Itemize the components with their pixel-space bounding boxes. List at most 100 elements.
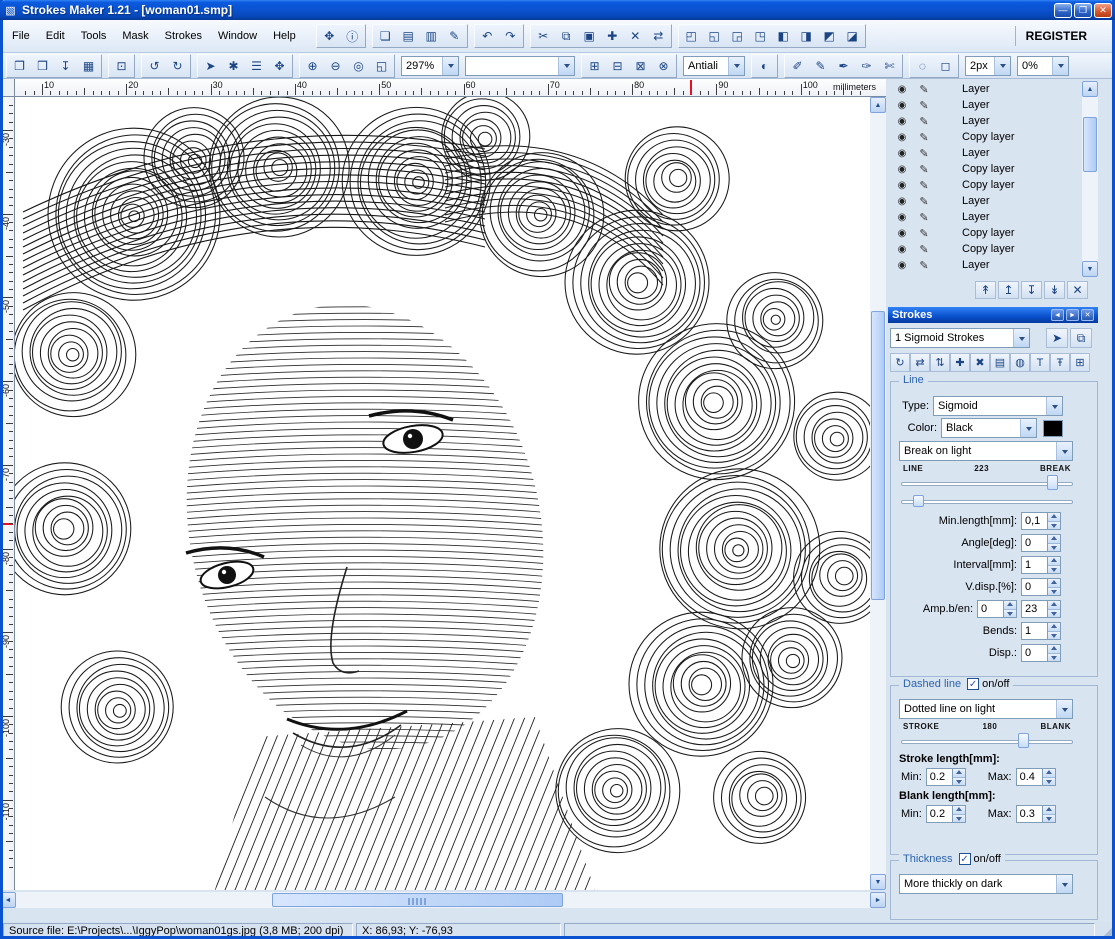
delete-layer-icon[interactable]: ✕ bbox=[1067, 281, 1088, 299]
strokes-preset-combo[interactable]: 1 Sigmoid Strokes bbox=[890, 328, 1030, 348]
layer-row[interactable]: ◉ ✎ Layer bbox=[888, 113, 1082, 129]
layer-edit-icon[interactable]: ✎ bbox=[916, 195, 932, 208]
chevron-down-icon[interactable] bbox=[1052, 56, 1068, 75]
thick-strokes-icon[interactable]: Ŧ bbox=[1050, 353, 1070, 372]
mask-diag-left-icon[interactable]: ◩ bbox=[818, 26, 841, 46]
hand-tool-icon[interactable]: ✥ bbox=[318, 26, 341, 46]
mask-corner-icon[interactable]: ◰ bbox=[680, 26, 703, 46]
rows-tool-icon[interactable]: ☰ bbox=[245, 56, 268, 76]
spin-down-icon[interactable] bbox=[1048, 630, 1060, 639]
info-icon[interactable]: ⓘ bbox=[341, 26, 364, 46]
scroll-right-icon[interactable]: ► bbox=[870, 892, 886, 908]
spin-down-icon[interactable] bbox=[1048, 608, 1060, 617]
slider-thumb[interactable] bbox=[1047, 475, 1059, 490]
copy-icon[interactable]: ⧉ bbox=[555, 26, 578, 46]
document-canvas[interactable] bbox=[15, 97, 870, 890]
zoom-100-icon[interactable]: ◎ bbox=[347, 56, 370, 76]
layer-row[interactable]: ◉ ✎ Layer bbox=[888, 145, 1082, 161]
layer-edit-icon[interactable]: ✎ bbox=[916, 179, 932, 192]
layer-visible-icon[interactable]: ◉ bbox=[894, 260, 910, 271]
layer-visible-icon[interactable]: ◉ bbox=[894, 228, 910, 239]
scroll-down-icon[interactable]: ▼ bbox=[870, 874, 886, 890]
spin-up-icon[interactable] bbox=[1048, 623, 1060, 631]
layer-visible-icon[interactable]: ◉ bbox=[894, 84, 910, 95]
preset-select-combo[interactable] bbox=[465, 55, 575, 76]
scroll-up-icon[interactable]: ▲ bbox=[1082, 81, 1098, 97]
swap-strokes-icon[interactable]: ⇄ bbox=[910, 353, 930, 372]
edit-strokes-icon[interactable]: ✎ bbox=[443, 26, 466, 46]
pipette-icon[interactable]: ✐ bbox=[786, 56, 809, 76]
add-strokes-icon[interactable]: ✚ bbox=[950, 353, 970, 372]
spin-down-icon[interactable] bbox=[952, 776, 965, 785]
layer-visible-icon[interactable]: ◉ bbox=[894, 164, 910, 175]
layer-row[interactable]: ◉ ✎ Layer bbox=[888, 81, 1082, 97]
spin-down-icon[interactable] bbox=[1048, 542, 1060, 551]
layer-visible-icon[interactable]: ◉ bbox=[894, 244, 910, 255]
spin-up-icon[interactable] bbox=[952, 769, 965, 777]
acquire-image-icon[interactable]: ⊡ bbox=[110, 56, 133, 76]
layer-row[interactable]: ◉ ✎ Copy layer bbox=[888, 241, 1082, 257]
spin-up-icon[interactable] bbox=[1048, 579, 1060, 587]
layer-edit-icon[interactable]: ✎ bbox=[916, 99, 932, 112]
line-color-swatch[interactable] bbox=[1043, 419, 1063, 437]
menu-strokes[interactable]: Strokes bbox=[157, 26, 210, 46]
minimize-button[interactable]: — bbox=[1054, 2, 1072, 18]
thickness-onoff-checkbox[interactable]: ✓ bbox=[958, 853, 971, 865]
horizontal-scroll-thumb[interactable] bbox=[272, 893, 563, 907]
blank-max-spinner[interactable]: 0.3 bbox=[1015, 805, 1056, 823]
layer-visible-icon[interactable]: ◉ bbox=[894, 180, 910, 191]
spin-up-icon[interactable] bbox=[1048, 535, 1060, 543]
move-layer-down-icon[interactable]: ↧ bbox=[1021, 281, 1042, 299]
scroll-down-icon[interactable]: ▼ bbox=[1082, 261, 1098, 277]
tile-vertical-icon[interactable]: ▥ bbox=[420, 26, 443, 46]
save-icon[interactable]: ▦ bbox=[77, 56, 100, 76]
disp-spinner[interactable]: 0 bbox=[1021, 644, 1061, 662]
wand-tool-icon[interactable]: ✱ bbox=[222, 56, 245, 76]
zoom-in-icon[interactable]: ⊕ bbox=[301, 56, 324, 76]
break-threshold-slider[interactable] bbox=[901, 474, 1073, 492]
line-type-combo[interactable]: Sigmoid bbox=[933, 396, 1063, 416]
spin-down-icon[interactable] bbox=[1048, 586, 1060, 595]
mask-diag-right-icon[interactable]: ◪ bbox=[841, 26, 864, 46]
layer-row[interactable]: ◉ ✎ Copy layer bbox=[888, 177, 1082, 193]
apply-preset-icon[interactable]: ➤ bbox=[1046, 328, 1068, 348]
pan-tool-icon[interactable]: ✥ bbox=[268, 56, 291, 76]
interval-spinner[interactable]: 1 bbox=[1021, 556, 1061, 574]
line-color-combo[interactable]: Black bbox=[941, 418, 1037, 438]
register-button[interactable]: REGISTER bbox=[1014, 26, 1097, 46]
paste-icon[interactable]: ▣ bbox=[578, 26, 601, 46]
layer-edit-icon[interactable]: ✎ bbox=[916, 211, 932, 224]
layer-edit-icon[interactable]: ✎ bbox=[916, 115, 932, 128]
select-tool-icon[interactable]: ➤ bbox=[199, 56, 222, 76]
layer-visible-icon[interactable]: ◉ bbox=[894, 148, 910, 159]
mask-subtract-icon[interactable]: ⊟ bbox=[606, 56, 629, 76]
crop-icon[interactable]: ◻ bbox=[934, 56, 957, 76]
mask-half-right-icon[interactable]: ◨ bbox=[795, 26, 818, 46]
amp-begin-spinner[interactable]: 0 bbox=[977, 600, 1017, 618]
mask-add-icon[interactable]: ⊞ bbox=[583, 56, 606, 76]
duplicate-icon[interactable]: ✚ bbox=[601, 26, 624, 46]
horizontal-scrollbar[interactable]: ◄ ► bbox=[0, 892, 886, 908]
redo-icon[interactable]: ↷ bbox=[499, 26, 522, 46]
chevron-down-icon[interactable] bbox=[558, 56, 574, 75]
brush-icon[interactable]: ✑ bbox=[855, 56, 878, 76]
stroke-blank-slider[interactable] bbox=[901, 732, 1073, 750]
spin-down-icon[interactable] bbox=[1048, 652, 1060, 661]
layer-visible-icon[interactable]: ◉ bbox=[894, 196, 910, 207]
spin-up-icon[interactable] bbox=[1048, 557, 1060, 565]
stroke-max-spinner[interactable]: 0.4 bbox=[1015, 768, 1056, 786]
swap-icon[interactable]: ⇄ bbox=[647, 26, 670, 46]
erase-icon[interactable]: ✕ bbox=[624, 26, 647, 46]
chevron-down-icon[interactable] bbox=[1046, 397, 1062, 415]
move-layer-bottom-icon[interactable]: ↡ bbox=[1044, 281, 1065, 299]
layers-scroll-thumb[interactable] bbox=[1083, 116, 1097, 173]
rotate-right-icon[interactable]: ↻ bbox=[166, 56, 189, 76]
chevron-down-icon[interactable] bbox=[994, 56, 1010, 75]
move-layer-top-icon[interactable]: ↟ bbox=[975, 281, 996, 299]
slider-thumb[interactable] bbox=[913, 495, 925, 507]
panel-scroll-right-icon[interactable]: ► bbox=[1066, 309, 1079, 321]
menu-tools[interactable]: Tools bbox=[73, 26, 115, 46]
regenerate-strokes-icon[interactable]: ↻ bbox=[890, 353, 910, 372]
cascade-windows-icon[interactable]: ❏ bbox=[374, 26, 397, 46]
vdisp-spinner[interactable]: 0 bbox=[1021, 578, 1061, 596]
